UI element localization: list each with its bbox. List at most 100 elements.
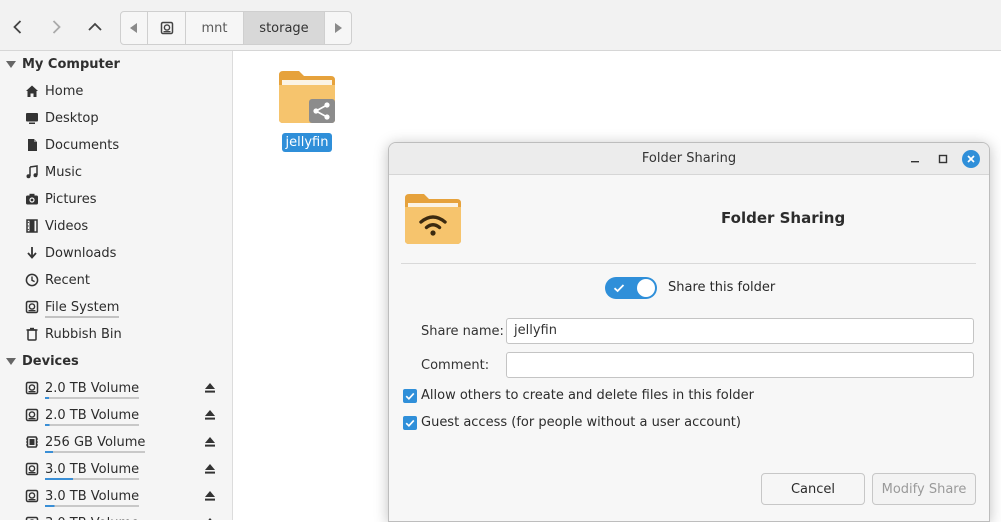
sidebar-item-desktop[interactable]: Desktop [20, 105, 230, 131]
film-icon [23, 217, 41, 235]
folder-share-icon [404, 193, 462, 245]
toggle-knob [637, 279, 655, 297]
allow-others-label[interactable]: Allow others to create and delete files … [421, 388, 754, 403]
breadcrumb-mnt[interactable]: mnt [186, 12, 244, 44]
section-title: My Computer [22, 57, 120, 72]
chip-icon [23, 433, 41, 451]
eject-icon[interactable] [204, 409, 216, 421]
sidebar-item-rubbish-bin[interactable]: Rubbish Bin [20, 321, 230, 347]
dialog-titlebar[interactable]: Folder Sharing [389, 143, 989, 175]
breadcrumb: mnt storage [120, 11, 352, 45]
guest-access-label[interactable]: Guest access (for people without a user … [421, 415, 741, 430]
home-icon [23, 82, 41, 100]
up-button[interactable] [80, 12, 110, 42]
sidebar-item-videos[interactable]: Videos [20, 213, 230, 239]
close-button[interactable] [962, 150, 980, 168]
sidebar-item-2-0-tb-volume[interactable]: 2.0 TB Volume [20, 402, 230, 428]
minimize-icon [910, 154, 920, 164]
check-icon [405, 418, 415, 428]
share-name-label: Share name: [421, 324, 504, 339]
forward-button[interactable] [41, 12, 71, 42]
close-icon [966, 154, 976, 164]
sidebar-item-label: Downloads [45, 246, 116, 261]
eject-icon[interactable] [204, 436, 216, 448]
sidebar-item-label: 2.0 TB Volume [45, 381, 139, 396]
eject-icon[interactable] [204, 490, 216, 502]
breadcrumb-root[interactable] [148, 12, 186, 44]
dialog-title: Folder Sharing [389, 151, 989, 166]
folder-sharing-dialog: Folder Sharing Folder Sharing Share this… [388, 142, 990, 522]
eject-icon[interactable] [204, 463, 216, 475]
sidebar-item-3-0-tb-volume[interactable]: 3.0 TB Volume [20, 510, 230, 520]
eject-icon[interactable] [204, 382, 216, 394]
toolbar: mnt storage [0, 0, 1001, 51]
camera-icon [23, 190, 41, 208]
chevron-left-icon [10, 19, 26, 35]
expander-icon [6, 358, 16, 365]
music-icon [23, 163, 41, 181]
triangle-right-icon [334, 23, 342, 33]
file-item[interactable]: jellyfin [277, 69, 337, 152]
sidebar-item-label: File System [45, 300, 119, 315]
sidebar-item-pictures[interactable]: Pictures [20, 186, 230, 212]
download-icon [23, 244, 41, 262]
sidebar-item-music[interactable]: Music [20, 159, 230, 185]
separator [401, 263, 976, 264]
sidebar-item-3-0-tb-volume[interactable]: 3.0 TB Volume [20, 483, 230, 509]
check-icon [405, 391, 415, 401]
sidebar-item-label: 256 GB Volume [45, 435, 145, 450]
drive-icon [23, 487, 41, 505]
sidebar-item-256-gb-volume[interactable]: 256 GB Volume [20, 429, 230, 455]
sidebar-item-label: Home [45, 84, 83, 99]
cancel-button[interactable]: Cancel [761, 473, 865, 505]
chevron-right-icon [48, 19, 64, 35]
expander-icon [6, 61, 16, 68]
back-button[interactable] [3, 12, 33, 42]
comment-label: Comment: [421, 358, 489, 373]
sidebar-item-file-system[interactable]: File System [20, 294, 230, 320]
sidebar-item-recent[interactable]: Recent [20, 267, 230, 293]
sidebar-item-label: Recent [45, 273, 90, 288]
breadcrumb-right-arrow[interactable] [325, 12, 351, 44]
sidebar-item-documents[interactable]: Documents [20, 132, 230, 158]
sidebar-item-label: 3.0 TB Volume [45, 462, 139, 477]
sidebar-item-label: Rubbish Bin [45, 327, 122, 342]
allow-others-checkbox[interactable] [403, 389, 417, 403]
desktop-icon [23, 109, 41, 127]
drive-icon [23, 514, 41, 520]
comment-input[interactable] [506, 352, 974, 378]
sidebar-item-home[interactable]: Home [20, 78, 230, 104]
sidebar-item-label: Music [45, 165, 82, 180]
sidebar-item-3-0-tb-volume[interactable]: 3.0 TB Volume [20, 456, 230, 482]
triangle-left-icon [130, 23, 138, 33]
sidebar-item-downloads[interactable]: Downloads [20, 240, 230, 266]
section-my-computer[interactable]: My Computer [0, 51, 120, 77]
drive-icon [23, 379, 41, 397]
drive-icon [160, 21, 174, 35]
sidebar-item-label: 3.0 TB Volume [45, 516, 139, 521]
share-toggle[interactable] [605, 277, 657, 299]
guest-access-checkbox[interactable] [403, 416, 417, 430]
file-name-label: jellyfin [282, 133, 333, 152]
dialog-heading: Folder Sharing [721, 209, 845, 227]
sidebar-item-label: Documents [45, 138, 119, 153]
sidebar-item-2-0-tb-volume[interactable]: 2.0 TB Volume [20, 375, 230, 401]
maximize-button[interactable] [934, 150, 952, 168]
share-toggle-label: Share this folder [668, 280, 775, 295]
share-name-input[interactable]: jellyfin [506, 318, 974, 344]
minimize-button[interactable] [906, 150, 924, 168]
modify-share-button[interactable]: Modify Share [872, 473, 976, 505]
drive-icon [23, 298, 41, 316]
section-title: Devices [22, 354, 79, 369]
maximize-icon [938, 154, 948, 164]
sidebar-item-label: Desktop [45, 111, 99, 126]
shared-folder-icon [277, 69, 337, 125]
sidebar-item-label: Pictures [45, 192, 96, 207]
breadcrumb-storage[interactable]: storage [244, 12, 325, 44]
breadcrumb-left-arrow[interactable] [121, 12, 148, 44]
sidebar-item-label: 3.0 TB Volume [45, 489, 139, 504]
section-devices[interactable]: Devices [0, 348, 79, 374]
clock-icon [23, 271, 41, 289]
drive-icon [23, 406, 41, 424]
sidebar: My Computer Home Desktop Documents Music Pic… [0, 51, 233, 520]
